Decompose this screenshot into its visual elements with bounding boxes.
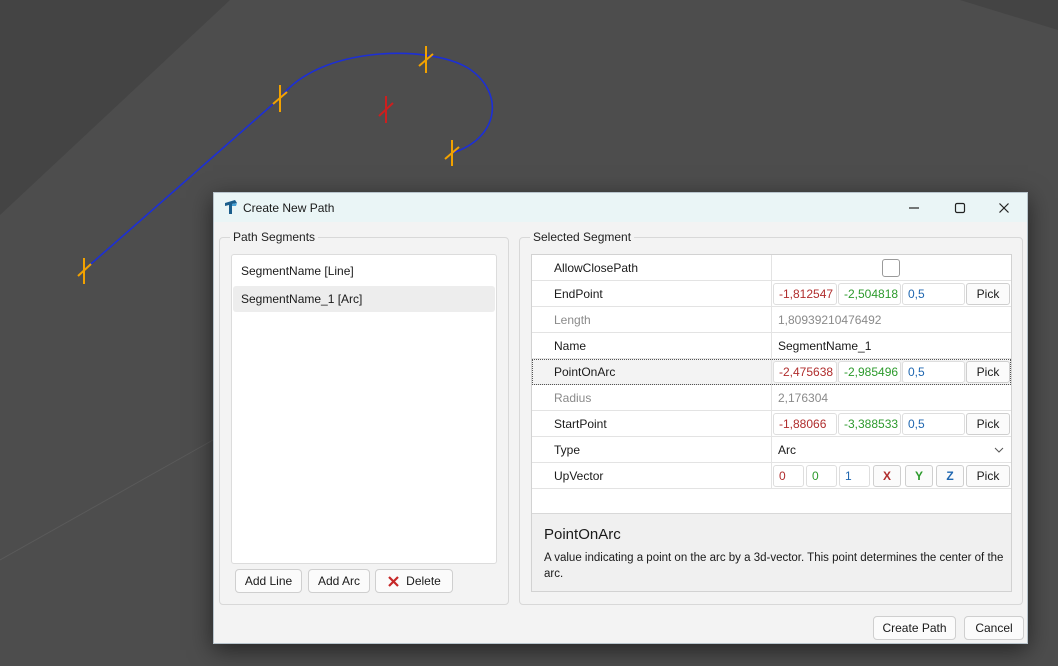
delete-label: Delete	[406, 574, 441, 588]
property-row-endpoint: EndPoint -1,812547 -2,504818 0,5 Pick	[532, 281, 1011, 307]
type-select[interactable]: Arc	[778, 437, 796, 463]
name-input[interactable]: SegmentName_1	[778, 333, 871, 359]
add-line-label: Add Line	[244, 574, 293, 588]
cancel-button[interactable]: Cancel	[964, 616, 1024, 640]
delete-button[interactable]: Delete	[375, 569, 453, 593]
upvector-x-input[interactable]: 0	[773, 465, 804, 487]
upvector-z-input[interactable]: 1	[839, 465, 870, 487]
path-segments-group: Path Segments SegmentName [Line] Segment…	[219, 230, 509, 605]
property-row-upvector: UpVector 0 0 1 X Y Z Pick	[532, 463, 1011, 489]
startpoint-y-input[interactable]: -3,388533	[838, 413, 901, 435]
property-row-pointonarc: PointOnArc -2,475638 -2,985496 0,5 Pick	[532, 359, 1011, 385]
maximize-button[interactable]	[937, 193, 983, 222]
property-name: StartPoint	[554, 417, 607, 431]
add-arc-button[interactable]: Add Arc	[308, 569, 370, 593]
pointonarc-z-input[interactable]: 0,5	[902, 361, 965, 383]
property-row-name: Name SegmentName_1	[532, 333, 1011, 359]
upvector-y-button[interactable]: Y	[905, 465, 933, 487]
close-icon	[999, 202, 1009, 213]
property-name: EndPoint	[554, 287, 603, 301]
property-row-length: Length 1,80939210476492	[532, 307, 1011, 333]
close-button[interactable]	[981, 193, 1027, 222]
dialog-titlebar[interactable]: Create New Path	[214, 193, 1027, 222]
startpoint-x-input[interactable]: -1,88066	[773, 413, 837, 435]
minimize-button[interactable]	[891, 193, 937, 222]
property-name: UpVector	[554, 469, 604, 483]
pointonarc-pick-button[interactable]: Pick	[966, 361, 1010, 383]
endpoint-x-input[interactable]: -1,812547	[773, 283, 837, 305]
property-name: AllowClosePath	[554, 261, 639, 275]
endpoint-y-input[interactable]: -2,504818	[838, 283, 901, 305]
upvector-y-input[interactable]: 0	[806, 465, 837, 487]
property-name: Radius	[554, 391, 592, 405]
property-row-allowclosepath: AllowClosePath	[532, 255, 1011, 281]
pointonarc-y-input[interactable]: -2,985496	[838, 361, 901, 383]
startpoint-z-input[interactable]: 0,5	[902, 413, 965, 435]
path-segments-title: Path Segments	[230, 230, 319, 244]
selected-segment-group: Selected Segment AllowClosePath EndPoint…	[519, 230, 1023, 605]
list-item-selected[interactable]: SegmentName_1 [Arc]	[233, 286, 495, 312]
upvector-z-button[interactable]: Z	[936, 465, 964, 487]
app-logo-icon	[225, 200, 237, 214]
property-name: PointOnArc	[554, 365, 616, 379]
minimize-icon	[909, 206, 919, 209]
upvector-x-button[interactable]: X	[873, 465, 901, 487]
property-row-startpoint: StartPoint -1,88066 -3,388533 0,5 Pick	[532, 411, 1011, 437]
property-name: Length	[554, 313, 591, 327]
selected-segment-title: Selected Segment	[530, 230, 635, 244]
add-arc-label: Add Arc	[317, 574, 361, 588]
segment-label: SegmentName_1 [Arc]	[241, 292, 363, 306]
pointonarc-x-input[interactable]: -2,475638	[773, 361, 837, 383]
create-path-button[interactable]: Create Path	[873, 616, 956, 640]
endpoint-z-input[interactable]: 0,5	[902, 283, 965, 305]
create-path-dialog: Create New Path Path Segments SegmentNam…	[213, 192, 1028, 644]
property-name: Type	[554, 443, 581, 457]
chevron-down-icon[interactable]	[994, 437, 1004, 463]
dialog-title: Create New Path	[243, 201, 335, 215]
property-description-panel: PointOnArc A value indicating a point on…	[532, 513, 1011, 591]
maximize-icon	[954, 202, 966, 213]
segment-label: SegmentName [Line]	[241, 264, 354, 278]
add-line-button[interactable]: Add Line	[235, 569, 302, 593]
upvector-pick-button[interactable]: Pick	[966, 465, 1010, 487]
property-row-radius: Radius 2,176304	[532, 385, 1011, 411]
list-item[interactable]: SegmentName [Line]	[233, 258, 495, 284]
startpoint-pick-button[interactable]: Pick	[966, 413, 1010, 435]
property-grid: AllowClosePath EndPoint -1,812547 -2,504…	[531, 254, 1012, 592]
endpoint-pick-button[interactable]: Pick	[966, 283, 1010, 305]
description-title: PointOnArc	[544, 526, 621, 543]
allow-close-path-checkbox[interactable]	[882, 259, 900, 277]
create-path-label: Create Path	[882, 621, 947, 635]
radius-value: 2,176304	[778, 391, 829, 405]
property-name: Name	[554, 339, 587, 353]
description-text: A value indicating a point on the arc by…	[544, 552, 1004, 580]
cancel-label: Cancel	[975, 621, 1013, 635]
delete-x-icon	[388, 575, 399, 587]
segment-list[interactable]: SegmentName [Line] SegmentName_1 [Arc]	[231, 254, 497, 564]
length-value: 1,80939210476492	[778, 313, 882, 327]
property-row-type: Type Arc	[532, 437, 1011, 463]
